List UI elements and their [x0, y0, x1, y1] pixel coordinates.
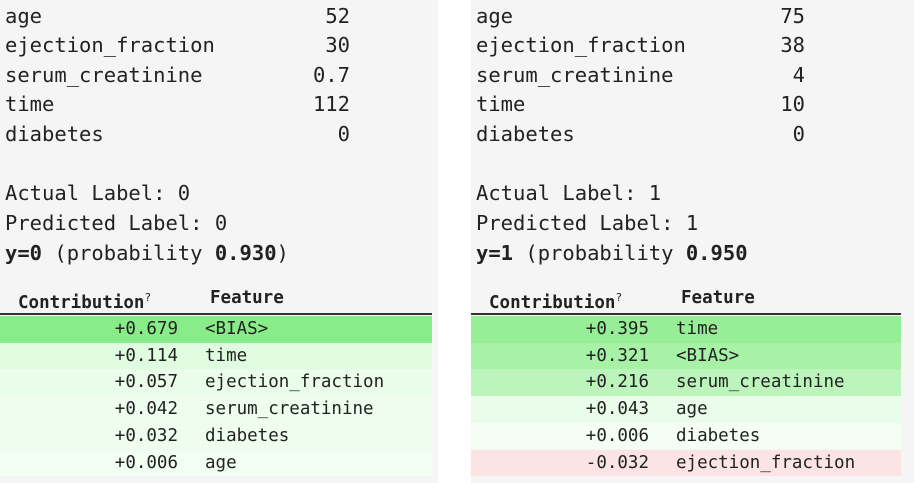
feature-name: ejection_fraction: [5, 33, 215, 57]
feature-value: 0.7: [312, 63, 350, 87]
contribution-row: +0.321 <BIAS>: [471, 342, 901, 370]
contribution-value: +0.395: [585, 319, 649, 339]
contribution-row: +0.216 serum_creatinine: [471, 369, 901, 397]
contribution-value: +0.114: [114, 345, 178, 366]
contribution-header: Contribution?: [18, 291, 152, 313]
help-icon[interactable]: ?: [615, 291, 622, 304]
contribution-row: +0.057 ejection_fraction: [0, 369, 432, 397]
feature-name: diabetes: [5, 122, 104, 146]
contribution-value: -0.032: [585, 452, 649, 473]
feature-label: serum_creatinine: [676, 372, 845, 393]
predicted-class: y=1: [476, 241, 514, 265]
explanation-panel-right: age 75 ejection_fraction 38 serum_creati…: [471, 0, 914, 483]
contribution-row: +0.395 time: [471, 316, 901, 343]
feature-label: diabetes: [676, 425, 761, 446]
actual-label: Actual Label: 1: [476, 181, 662, 205]
prediction-probability: y=1 (probability 0.950: [476, 238, 748, 268]
explanation-panel-left: age 52 ejection_fraction 30 serum_creati…: [0, 0, 438, 483]
contribution-value: +0.043: [585, 399, 649, 420]
feature-label: <BIAS>: [205, 319, 269, 339]
contribution-row: +0.043 age: [471, 396, 901, 423]
contribution-row: -0.032 ejection_fraction: [471, 449, 901, 477]
feature-label: age: [676, 399, 708, 420]
feature-value: 52: [325, 4, 350, 28]
feature-value: 0: [337, 122, 350, 146]
probability-suffix: ): [276, 241, 289, 265]
feature-label: ejection_fraction: [205, 372, 385, 393]
help-icon[interactable]: ?: [144, 291, 151, 304]
feature-header: Feature: [210, 288, 284, 308]
probability-value: 0.950: [685, 241, 748, 265]
feature-name: age: [5, 4, 43, 28]
prediction-probability: y=0 (probability 0.930): [5, 238, 289, 268]
feature-name: diabetes: [476, 122, 575, 146]
predicted-label: Predicted Label: 1: [476, 211, 699, 235]
feature-label: time: [676, 319, 719, 339]
feature-name: age: [476, 4, 514, 28]
probability-prefix: (probability: [42, 241, 215, 265]
feature-value: 10: [780, 92, 805, 116]
contribution-header: Contribution?: [489, 291, 623, 313]
actual-label: Actual Label: 0: [5, 181, 191, 205]
feature-value: 0: [792, 122, 805, 146]
feature-label: <BIAS>: [676, 345, 740, 366]
feature-name: time: [5, 92, 55, 116]
contribution-value: +0.679: [114, 319, 178, 339]
contribution-value: +0.006: [114, 452, 178, 473]
feature-value: 38: [780, 33, 805, 57]
contribution-value: +0.042: [114, 399, 178, 420]
probability-value: 0.930: [214, 241, 277, 265]
header-divider: [0, 313, 432, 315]
contribution-row: +0.042 serum_creatinine: [0, 396, 432, 423]
feature-value: 112: [312, 92, 350, 116]
feature-value: 4: [792, 63, 805, 87]
feature-name: serum_creatinine: [5, 63, 203, 87]
feature-value: 75: [780, 4, 805, 28]
feature-value: 30: [325, 33, 350, 57]
feature-label: diabetes: [205, 425, 290, 446]
predicted-class: y=0: [5, 241, 43, 265]
header-divider: [471, 313, 901, 315]
contribution-value: +0.321: [585, 345, 649, 366]
feature-label: time: [205, 345, 248, 366]
contribution-row: +0.114 time: [0, 342, 432, 370]
feature-name: ejection_fraction: [476, 33, 686, 57]
probability-prefix: (probability: [513, 241, 686, 265]
feature-name: serum_creatinine: [476, 63, 674, 87]
feature-label: ejection_fraction: [676, 452, 856, 473]
contribution-row: +0.006 diabetes: [471, 422, 901, 450]
contribution-value: +0.032: [114, 425, 178, 446]
feature-header: Feature: [681, 288, 755, 308]
feature-name: time: [476, 92, 526, 116]
contribution-row: +0.679 <BIAS>: [0, 316, 432, 343]
contribution-value: +0.216: [585, 372, 649, 393]
contribution-row: +0.006 age: [0, 449, 432, 477]
feature-label: serum_creatinine: [205, 399, 374, 420]
predicted-label: Predicted Label: 0: [5, 211, 228, 235]
feature-label: age: [205, 452, 237, 473]
contribution-row: +0.032 diabetes: [0, 422, 432, 450]
contribution-value: +0.057: [114, 372, 178, 393]
contribution-value: +0.006: [585, 425, 649, 446]
